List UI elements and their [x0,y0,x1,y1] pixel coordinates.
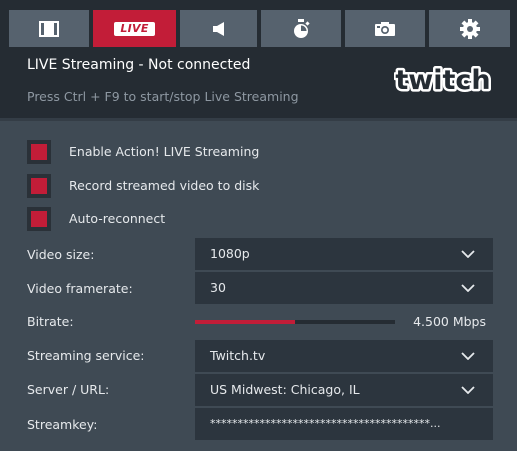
header-divider [0,118,517,121]
shortcut-hint: Press Ctrl + F9 to start/stop Live Strea… [27,89,299,104]
auto-reconnect-checkbox[interactable] [27,207,51,231]
tab-settings[interactable] [429,10,510,47]
server-url-label: Server / URL: [27,382,110,397]
chevron-down-icon [461,352,475,360]
record-to-disk-checkbox[interactable] [27,174,51,198]
video-size-select[interactable]: 1080p [195,238,493,270]
video-framerate-value: 30 [210,280,226,295]
streamkey-label: Streamkey: [27,417,98,432]
video-size-label: Video size: [27,247,95,262]
tab-live[interactable]: LIVE [93,10,176,47]
bitrate-label: Bitrate: [27,314,74,329]
bitrate-slider[interactable] [195,320,395,324]
video-framerate-select[interactable]: 30 [195,272,493,304]
streaming-service-label: Streaming service: [27,348,145,363]
checkbox-checked-mark [31,211,47,227]
tab-bar: LIVE [0,0,517,54]
streamkey-value: ****************************************… [210,417,441,430]
auto-reconnect-label: Auto-reconnect [69,211,166,226]
video-size-value: 1080p [210,246,250,261]
enable-streaming-checkbox[interactable] [27,140,51,164]
tab-screenshot[interactable] [345,10,425,47]
streamkey-input[interactable]: ****************************************… [195,408,493,440]
record-to-disk-label: Record streamed video to disk [69,178,260,193]
server-url-value: US Midwest: Chicago, IL [210,382,360,397]
film-icon [39,20,59,37]
checkbox-checked-mark [31,144,47,160]
checkbox-checked-mark [31,178,47,194]
chevron-down-icon [461,284,475,292]
chevron-down-icon [461,250,475,258]
bitrate-value: 4.500 Mbps [413,314,486,329]
gear-icon [459,18,480,39]
svg-text:twitch: twitch [395,65,490,96]
streaming-service-select[interactable]: Twitch.tv [195,340,493,372]
speaker-icon [212,21,226,37]
streaming-service-value: Twitch.tv [210,348,266,363]
twitch-logo: twitch twitch [393,63,493,101]
status-title: LIVE Streaming - Not connected [27,57,251,73]
enable-streaming-label: Enable Action! LIVE Streaming [69,144,260,159]
server-url-select[interactable]: US Midwest: Chicago, IL [195,374,493,406]
tab-video[interactable] [9,10,89,47]
live-badge: LIVE [114,21,155,36]
tab-audio[interactable] [180,10,257,47]
video-framerate-label: Video framerate: [27,281,133,296]
stopwatch-icon [291,18,311,39]
chevron-down-icon [461,386,475,394]
camera-icon [374,21,396,37]
tab-timer[interactable] [261,10,341,47]
bitrate-slider-fill [195,320,295,324]
